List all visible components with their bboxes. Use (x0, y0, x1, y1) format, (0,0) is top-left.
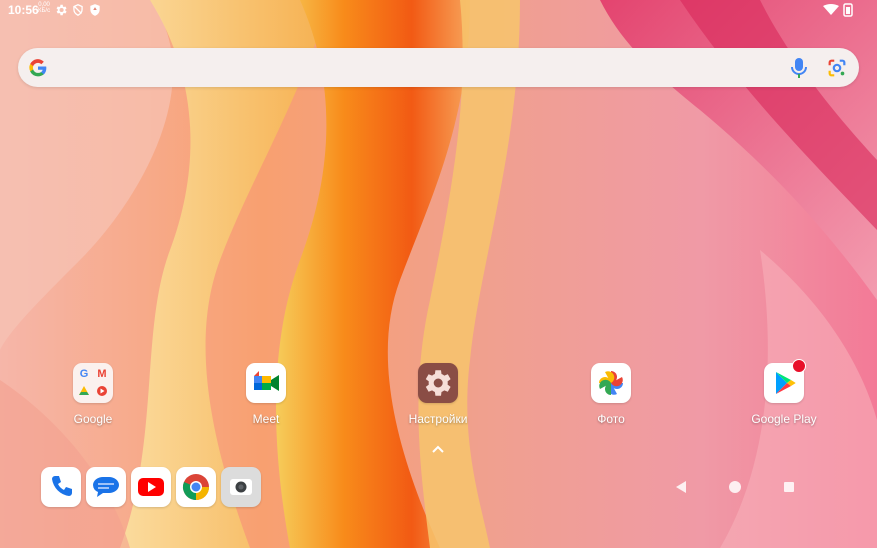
app-drawer-chevron-up-icon[interactable] (430, 443, 446, 455)
app-photos[interactable]: Фото (561, 363, 661, 433)
status-time: 10:56 (8, 3, 39, 17)
chrome-icon[interactable] (176, 467, 216, 507)
google-folder-icon: G M (73, 363, 113, 403)
home-button[interactable] (726, 478, 744, 496)
app-meet[interactable]: Meet (216, 363, 316, 433)
google-search-bar[interactable] (18, 48, 859, 87)
app-label: Meet (252, 412, 280, 426)
app-google-folder[interactable]: G M Google (43, 363, 143, 433)
wifi-icon (823, 4, 839, 15)
microphone-icon[interactable] (790, 57, 808, 79)
google-lens-icon[interactable] (826, 57, 848, 79)
photos-pinwheel-icon (591, 363, 631, 403)
network-speed: 0,00 КБ/с (38, 2, 50, 14)
svg-text:M: M (97, 368, 106, 380)
app-label: Фото (597, 412, 625, 426)
messages-icon[interactable] (86, 467, 126, 507)
meet-icon (246, 363, 286, 403)
app-settings[interactable]: Настройки (388, 363, 488, 433)
security-shield-icon (90, 4, 100, 16)
app-label: Google (73, 412, 113, 426)
camera-icon[interactable] (221, 467, 261, 507)
network-speed-unit: КБ/с (38, 8, 51, 14)
phone-icon[interactable] (41, 467, 81, 507)
app-label: Настройки (408, 412, 468, 426)
back-button[interactable] (672, 478, 690, 496)
notification-badge (792, 359, 806, 373)
settings-gear-icon (418, 363, 458, 403)
app-label: Google Play (751, 412, 817, 426)
app-google-play[interactable]: Google Play (734, 359, 834, 433)
vpn-shield-icon (73, 4, 83, 16)
gear-icon (56, 4, 67, 16)
google-g-icon (29, 59, 47, 77)
svg-text:G: G (80, 368, 89, 380)
recents-button[interactable] (780, 478, 798, 496)
status-bar: 10:56 0,00 КБ/с (0, 0, 877, 20)
status-right-icons (823, 3, 853, 17)
youtube-icon[interactable] (131, 467, 171, 507)
